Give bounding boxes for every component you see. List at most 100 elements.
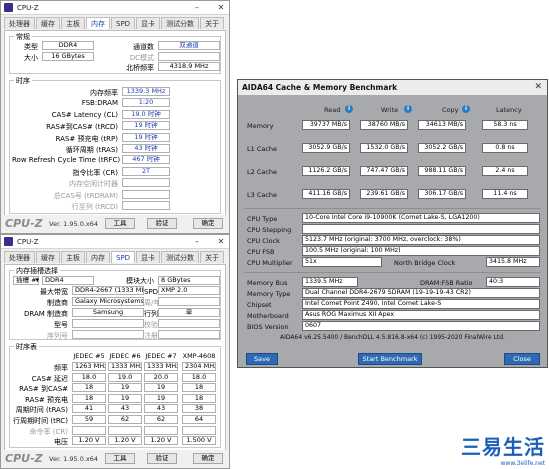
info-icon[interactable]: i — [404, 105, 412, 113]
tab-cpu[interactable]: 处理器 — [4, 251, 35, 263]
timing-value — [122, 178, 170, 188]
tools-button[interactable]: 工具 — [105, 218, 135, 229]
chevron-down-icon[interactable]: ▾ — [33, 276, 39, 284]
window-title: CPU-Z — [17, 3, 39, 12]
tab-bench[interactable]: 测试分数 — [161, 251, 200, 263]
footer: CPU-Z Ver. 1.95.0.x64 工具 验证 确定 — [1, 450, 229, 468]
tab-memory[interactable]: 内存 — [86, 17, 110, 29]
correction-label: 校验 — [144, 321, 158, 329]
table-row-label: 电压 — [54, 438, 68, 447]
bios-label: BIOS Version — [247, 323, 289, 331]
tab-cache[interactable]: 缓存 — [36, 17, 60, 29]
info-icon[interactable]: i — [345, 105, 353, 113]
correction-value — [158, 319, 220, 328]
ok-button[interactable]: 确定 — [193, 453, 223, 464]
memory-bus-value: 1339.5 MHz — [302, 277, 358, 287]
tab-memory[interactable]: 内存 — [86, 251, 110, 263]
nb-clock-value: 3415.8 MHz — [486, 257, 540, 267]
benchmark-write-value: 1532.0 GB/s — [360, 143, 408, 153]
serial-label: 序列号 — [47, 332, 68, 340]
registered-label: 注册 — [144, 332, 158, 340]
tab-mainboard[interactable]: 主板 — [61, 251, 85, 263]
divider — [244, 208, 541, 209]
timing-value — [122, 201, 170, 210]
ok-button[interactable]: 确定 — [193, 218, 223, 229]
table-cell: 1263 MHz — [72, 362, 106, 371]
table-cell: 38 — [182, 404, 216, 414]
motherboard-label: Motherboard — [247, 312, 289, 320]
close-icon[interactable]: ✕ — [215, 235, 227, 248]
minimize-icon[interactable]: – — [191, 1, 203, 14]
tab-cpu[interactable]: 处理器 — [4, 17, 35, 29]
close-button[interactable]: Close — [504, 353, 540, 365]
tab-graphics[interactable]: 显卡 — [136, 17, 161, 29]
info-icon[interactable]: i — [462, 105, 470, 113]
tab-about[interactable]: 关于 — [200, 17, 225, 29]
benchmark-read-value: 39737 MB/s — [302, 120, 350, 130]
timing-label: RAS# 预充电 (tRP) — [55, 134, 118, 143]
table-column-header: XMP-4608 — [182, 352, 216, 360]
timing-label: 行至列 (tRCD) — [71, 203, 118, 211]
tab-mainboard[interactable]: 主板 — [61, 17, 85, 29]
timing-value: 467 时钟 — [122, 155, 170, 165]
cpu-fsb-label: CPU FSB — [247, 248, 275, 256]
tab-bench[interactable]: 测试分数 — [161, 17, 200, 29]
benchmark-copy-value: 3052.2 GB/s — [418, 143, 466, 153]
cpu-stepping-label: CPU Stepping — [247, 226, 292, 234]
group-label: 时序 — [14, 76, 32, 86]
group-label: 常规 — [14, 32, 32, 42]
table-column-header: JEDEC #6 — [109, 352, 141, 360]
table-cell: 20.0 — [144, 372, 178, 382]
minimize-icon[interactable]: – — [191, 235, 203, 248]
benchmark-row-label: L2 Cache — [247, 168, 278, 176]
part-value — [72, 319, 144, 328]
mfr-label: 制造商 — [47, 299, 68, 307]
close-icon[interactable]: ✕ — [534, 82, 542, 92]
tools-button[interactable]: 工具 — [105, 453, 135, 464]
version-label: Ver. 1.95.0.x64 — [49, 455, 99, 463]
week-value — [158, 297, 220, 306]
max-bw-label: 最大带宽 — [40, 288, 68, 296]
tab-spd[interactable]: SPD — [111, 251, 136, 263]
start-benchmark-button[interactable]: Start Benchmark — [358, 353, 422, 365]
cpuz-app-icon — [4, 237, 13, 246]
memory-type-label: Memory Type — [247, 290, 291, 298]
slot-group: 内存插槽选择 插槽 #1 ▾ DDR4 模块大小 8 GBytes 最大带宽 D… — [9, 266, 221, 340]
aida64-window: AIDA64 Cache & Memory Benchmark ✕ Read i… — [237, 79, 548, 368]
table-column-header: JEDEC #5 — [73, 352, 105, 360]
validate-button[interactable]: 验证 — [147, 218, 177, 229]
module-type-value: DDR4 — [42, 276, 94, 285]
tab-spd[interactable]: SPD — [111, 17, 136, 29]
group-label: 内存插槽选择 — [14, 266, 60, 276]
timing-label: Row Refresh Cycle Time (tRFC) — [12, 156, 121, 165]
tab-about[interactable]: 关于 — [200, 251, 225, 263]
benchmark-latency-value: 2.4 ns — [482, 166, 528, 176]
watermark-logo: 三易生活 — [461, 435, 545, 459]
channels-label: 通道数 — [133, 43, 154, 51]
dc-mode-value — [158, 52, 220, 61]
table-cell: 1333 MHz — [144, 362, 178, 371]
ranks-value: 单 — [158, 308, 220, 317]
table-cell: 1.20 V — [108, 436, 142, 446]
benchmark-read-value: 1126.2 GB/s — [302, 166, 350, 176]
table-row-label: 频率 — [54, 364, 68, 372]
table-cell: 18 — [182, 393, 216, 403]
tab-graphics[interactable]: 显卡 — [136, 251, 161, 263]
benchmark-latency-value: 11.4 ns — [482, 189, 528, 199]
col-write: Write — [381, 106, 399, 114]
nb-freq-value: 4318.9 MHz — [158, 62, 220, 71]
cpu-multiplier-label: CPU Multiplier — [247, 259, 293, 267]
save-button[interactable]: Save — [246, 353, 278, 365]
table-cell: 1.20 V — [72, 436, 106, 446]
size-value: 16 GBytes — [42, 52, 94, 61]
close-icon[interactable]: ✕ — [215, 1, 227, 14]
bios-value: 0607 — [302, 321, 540, 331]
tab-cache[interactable]: 缓存 — [36, 251, 60, 263]
table-cell: 19 — [108, 393, 142, 403]
table-column-header: JEDEC #7 — [145, 352, 177, 360]
benchmark-read-value: 411.16 GB/s — [302, 189, 350, 199]
table-cell: 1.500 V — [182, 436, 216, 446]
col-latency: Latency — [496, 106, 522, 114]
validate-button[interactable]: 验证 — [147, 453, 177, 464]
watermark: 三易生活 www.3elife.net — [461, 431, 545, 467]
